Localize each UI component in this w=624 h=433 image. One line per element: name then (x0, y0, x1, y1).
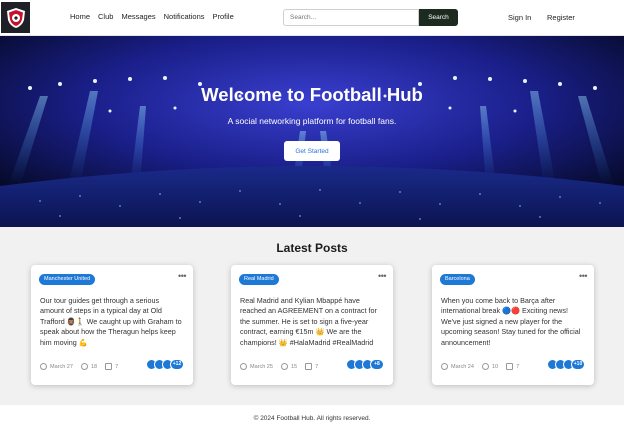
post-text: Real Madrid and Kylian Mbappé have reach… (240, 296, 377, 347)
search-input[interactable] (283, 9, 419, 26)
clock-icon (441, 363, 448, 370)
footer: © 2024 Football Hub. All rights reserved… (0, 405, 624, 433)
post-date: March 27 (50, 363, 73, 370)
stadium-background-image (0, 36, 624, 227)
post-text: When you come back to Barça after intern… (441, 296, 581, 347)
search-button[interactable]: Search (419, 9, 458, 26)
more-options-icon[interactable]: ••• (579, 271, 587, 281)
clock-icon (40, 363, 47, 370)
shield-crest-icon (6, 7, 25, 28)
register-link[interactable]: Register (547, 13, 575, 22)
share-count: 7 (115, 363, 119, 370)
club-badge[interactable]: Barcelona (440, 274, 475, 285)
comment-icon[interactable] (280, 363, 288, 370)
more-options-icon[interactable]: ••• (178, 271, 186, 281)
more-likers-count: +8 (370, 359, 384, 370)
comment-icon[interactable] (481, 363, 489, 370)
top-navbar: Home Club Messages Notifications Profile… (0, 0, 624, 36)
post-meta: March 24 10 7 (441, 363, 527, 370)
post-date: March 25 (250, 363, 273, 370)
nav-home[interactable]: Home (70, 12, 90, 21)
hero-title: Welcome to Football Hub (201, 84, 423, 105)
comment-icon[interactable] (80, 363, 88, 370)
main-nav: Home Club Messages Notifications Profile (70, 12, 234, 21)
post-meta: March 25 15 7 (240, 363, 326, 370)
liker-avatars[interactable]: +8 (346, 359, 384, 370)
latest-posts-heading: Latest Posts (276, 241, 348, 255)
post-card[interactable]: Barcelona ••• When you come back to Barç… (432, 265, 594, 385)
clock-icon (240, 363, 247, 370)
post-text: Our tour guides get through a serious am… (40, 296, 182, 347)
share-icon[interactable] (506, 363, 514, 370)
sign-in-link[interactable]: Sign In (508, 13, 531, 22)
hero-subtitle: A social networking platform for footbal… (227, 116, 397, 126)
share-icon[interactable] (105, 363, 113, 370)
more-likers-count: +12 (170, 359, 184, 370)
nav-messages[interactable]: Messages (121, 12, 155, 21)
club-badge[interactable]: Real Madrid (239, 274, 279, 285)
club-badge[interactable]: Manchester United (39, 274, 96, 285)
liker-avatars[interactable]: +10 (547, 359, 585, 370)
more-likers-count: +10 (571, 359, 585, 370)
nav-club[interactable]: Club (98, 12, 113, 21)
comment-count: 10 (491, 363, 499, 370)
football-hub-logo[interactable] (1, 2, 30, 33)
post-card[interactable]: Real Madrid ••• Real Madrid and Kylian M… (231, 265, 393, 385)
nav-notifications[interactable]: Notifications (164, 12, 205, 21)
post-card[interactable]: Manchester United ••• Our tour guides ge… (31, 265, 193, 385)
comment-count: 15 (290, 363, 298, 370)
hero-banner: Welcome to Football Hub A social network… (0, 36, 624, 227)
share-count: 7 (315, 363, 319, 370)
post-date: March 24 (451, 363, 474, 370)
liker-avatars[interactable]: +12 (146, 359, 184, 370)
share-count: 7 (516, 363, 520, 370)
share-icon[interactable] (305, 363, 313, 370)
nav-profile[interactable]: Profile (213, 12, 234, 21)
comment-count: 18 (90, 363, 98, 370)
get-started-button[interactable]: Get Started (284, 141, 340, 161)
post-meta: March 27 18 7 (40, 363, 126, 370)
more-options-icon[interactable]: ••• (378, 271, 386, 281)
